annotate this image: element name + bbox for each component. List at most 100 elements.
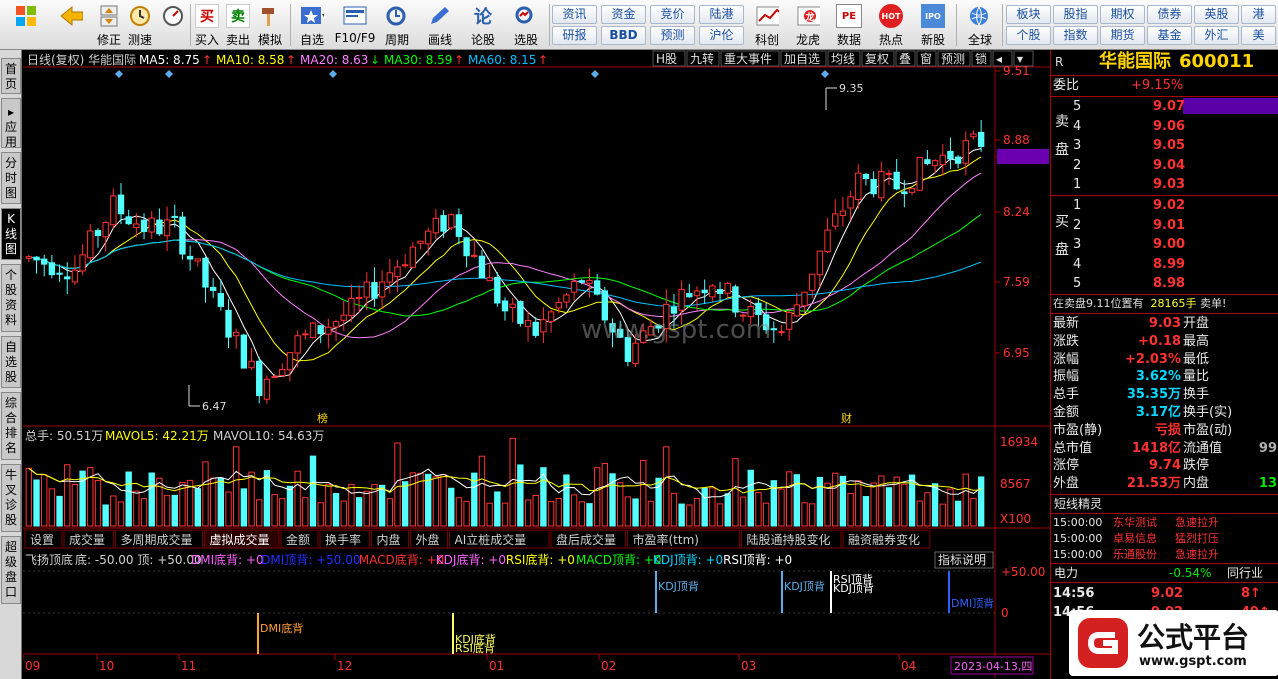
chart-header-buttons: H股 九转 重大事件 加自选 均线 复权叠窗预测锁 ◂ ▾ — [652, 50, 1034, 67]
event-mark-finance[interactable]: 财 — [841, 411, 852, 425]
windows-logo-button[interactable] — [8, 2, 44, 48]
speed-test-button[interactable]: 测速 — [125, 2, 155, 48]
draw-line-button[interactable]: 画线 — [420, 2, 460, 48]
tick-time: 14:56 — [1053, 586, 1095, 601]
kline-chart-area[interactable]: 日线(复权) 华能国际 MA5: 8.75 ↑ MA10: 8.58 ↑ MA20: 8… — [23, 50, 1050, 678]
tab-super-depth[interactable]: 超级盘口 — [1, 536, 21, 604]
large-order-alert: 在卖盘9.11位置有 28165手 卖单! — [1053, 295, 1226, 313]
tab-diagnosis[interactable]: 牛叉诊股 — [1, 464, 21, 532]
chart-header-button-label: 复权 — [865, 52, 889, 66]
tab-watchlist[interactable]: 自选股 — [1, 336, 21, 388]
dragon-icon: 龙 — [796, 4, 820, 28]
back-button[interactable] — [52, 2, 90, 48]
btn-research[interactable]: 研报 — [552, 26, 597, 45]
btn-uk-stocks[interactable]: 英股 — [1194, 5, 1239, 24]
tab-intraday[interactable]: 分时图 — [1, 152, 21, 204]
stat-label-2: 内盘 — [1183, 476, 1210, 492]
stat-row: 金额 3.17亿 换手(实) — [1051, 404, 1278, 422]
btn-bbd[interactable]: BBD — [601, 26, 646, 45]
btn-auction[interactable]: 竞价 — [650, 5, 695, 24]
dragon-tiger-button[interactable]: 龙 龙虎 — [789, 2, 827, 48]
volume-bar — [732, 458, 739, 527]
btn-shanghai-london[interactable]: 沪伦 — [699, 26, 744, 45]
simulate-button[interactable]: 模拟 — [255, 2, 285, 48]
f10-button[interactable]: F10/F9 — [333, 2, 377, 48]
speed-icon-button[interactable] — [158, 2, 188, 48]
buy-level[interactable]: 3 9.00 — [1071, 236, 1278, 254]
btn-stock-index-futures[interactable]: 股指 — [1053, 5, 1098, 24]
sell-level[interactable]: 1 9.03 — [1071, 176, 1278, 194]
sell-level[interactable]: 4 9.06 — [1071, 118, 1278, 136]
left-vertical-tabs: 首页 ▸ 应用 分时图 K线图 个股资料 自选股 综合排名 牛叉诊股 超级盘口 — [0, 50, 22, 679]
news-item[interactable]: 15:00:00 乐通股份 急速拉升 — [1051, 547, 1278, 563]
price-tick-label: 6.95 — [1003, 346, 1030, 360]
sell-button[interactable]: 卖 卖出 — [224, 2, 252, 48]
event-mark-rank[interactable]: 榜 — [317, 411, 328, 425]
indicator-item: MACD底背: +0 — [359, 552, 445, 567]
discuss-button[interactable]: 论 论股 — [465, 2, 501, 48]
price-tick-label: 8.88 — [1003, 133, 1030, 147]
news-item[interactable]: 15:00:00 卓易信息 猛烈打压 — [1051, 531, 1278, 547]
news-item[interactable]: 15:00:00 东华测试 急速拉升 — [1051, 515, 1278, 531]
btn-funds[interactable]: 资金 — [601, 5, 646, 24]
buy-level-index: 5 — [1073, 276, 1082, 292]
stock-code: 600011 — [1179, 51, 1255, 72]
stat-value: 9.74 — [1148, 458, 1181, 474]
btn-futures[interactable]: 期货 — [1100, 26, 1145, 45]
buy-level-price: 8.98 — [1153, 276, 1186, 292]
tab-home[interactable]: 首页 — [1, 58, 21, 94]
btn-sector[interactable]: 板块 — [1006, 5, 1051, 24]
btn-hk[interactable]: 港 — [1241, 5, 1276, 24]
buy-level[interactable]: 2 9.01 — [1071, 217, 1278, 235]
hot-button[interactable]: HOT 热点 — [872, 2, 910, 48]
stock-pick-button[interactable]: 选股 — [506, 2, 546, 48]
sell-level[interactable]: 2 9.04 — [1071, 157, 1278, 175]
sell-level-price: 9.04 — [1153, 157, 1186, 173]
volume-bar — [225, 491, 232, 527]
same-industry-link[interactable]: 同行业 — [1227, 564, 1263, 582]
btn-us[interactable]: 美 — [1241, 26, 1276, 45]
data-button[interactable]: PE 数据 — [830, 2, 868, 48]
buy-level-price: 8.99 — [1153, 256, 1186, 272]
btn-funds-market[interactable]: 基金 — [1147, 26, 1192, 45]
volume-bar — [617, 482, 624, 527]
tab-ranking[interactable]: 综合排名 — [1, 392, 21, 460]
news-title[interactable]: 短线精灵 — [1054, 495, 1102, 513]
btn-options[interactable]: 期权 — [1100, 5, 1145, 24]
buy-level[interactable]: 1 9.02 — [1071, 197, 1278, 215]
volume-bar — [709, 487, 716, 527]
stock-name: 华能国际 — [1099, 51, 1171, 72]
ma-legend-item: MA60: 8.15 — [468, 53, 536, 67]
tab-apps-arrow-icon: ▸ — [7, 105, 15, 119]
volume-tick-label: 8567 — [1000, 477, 1031, 491]
tab-kline[interactable]: K线图 — [1, 208, 21, 260]
ipo-button[interactable]: IPO 新股 — [914, 2, 952, 48]
stat-value: 1418亿 — [1131, 440, 1181, 456]
sell-level[interactable]: 3 9.05 — [1071, 137, 1278, 155]
sell-level[interactable]: 5 9.07 — [1071, 98, 1278, 116]
btn-individual[interactable]: 个股 — [1006, 26, 1051, 45]
volume-bar — [509, 437, 516, 527]
global-button[interactable]: 全球 — [960, 2, 1000, 48]
fix-button[interactable]: 修正 — [94, 2, 124, 48]
tab-stock-profile[interactable]: 个股资料 — [1, 264, 21, 332]
stat-value: 35.35万 — [1126, 387, 1181, 403]
kline-chart-svg[interactable]: 日线(复权) 华能国际 MA5: 8.75 ↑ MA10: 8.58 ↑ MA20: 8… — [23, 50, 1050, 678]
watchlist-button[interactable]: 自选 — [294, 2, 330, 48]
tab-apps[interactable]: ▸ 应用 — [1, 98, 21, 149]
indicator-tab-label: 多周期成交量 — [121, 532, 193, 547]
buy-level[interactable]: 5 8.98 — [1071, 275, 1278, 293]
btn-forecast[interactable]: 预测 — [650, 26, 695, 45]
sector-name[interactable]: 电力 — [1054, 564, 1078, 582]
stat-value: +0.18 — [1138, 333, 1181, 349]
btn-index[interactable]: 指数 — [1053, 26, 1098, 45]
buy-button[interactable]: 买 买入 — [193, 2, 221, 48]
btn-forex[interactable]: 外汇 — [1194, 26, 1239, 45]
btn-hk-connect[interactable]: 陆港 — [699, 5, 744, 24]
period-button[interactable]: 周期 — [378, 2, 416, 48]
btn-news[interactable]: 资讯 — [552, 5, 597, 24]
star-market-button[interactable]: 科创 — [748, 2, 786, 48]
buy-level[interactable]: 4 8.99 — [1071, 256, 1278, 274]
volume-bar — [686, 504, 693, 527]
btn-bonds[interactable]: 债券 — [1147, 5, 1192, 24]
